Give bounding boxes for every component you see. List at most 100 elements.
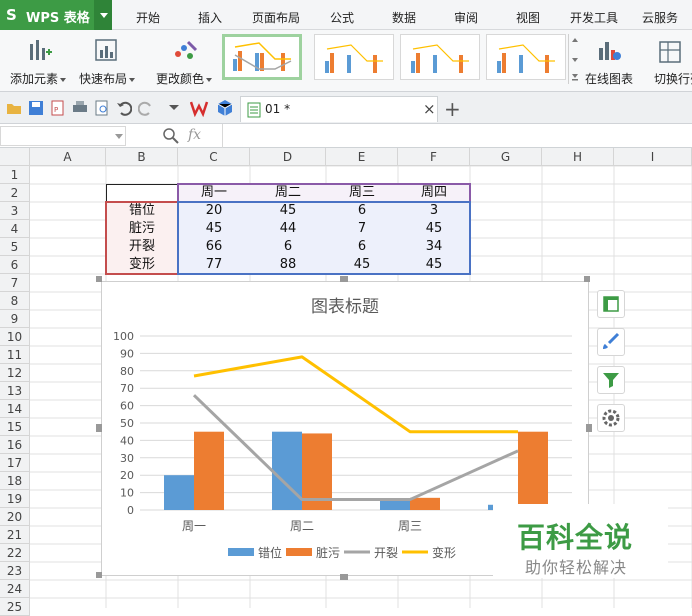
- tab-review[interactable]: 审阅: [454, 9, 478, 26]
- row-header-18[interactable]: 18: [0, 472, 30, 490]
- row-header-13[interactable]: 13: [0, 382, 30, 400]
- chart-filter-button[interactable]: [597, 366, 625, 394]
- document-tab[interactable]: 01 * ×: [240, 96, 438, 122]
- name-box[interactable]: [0, 126, 126, 146]
- undo-icon[interactable]: [116, 100, 132, 116]
- row-header-12[interactable]: 12: [0, 364, 30, 382]
- insert-function-icon[interactable]: fx: [188, 127, 201, 143]
- resize-handle[interactable]: [586, 424, 592, 432]
- save-icon[interactable]: [28, 100, 44, 116]
- row-header-22[interactable]: 22: [0, 544, 30, 562]
- tab-formula[interactable]: 公式: [330, 9, 354, 26]
- y-tick-label: 40: [120, 434, 134, 447]
- tab-home[interactable]: 开始: [136, 9, 160, 26]
- legend-entry[interactable]: 变形: [432, 545, 456, 560]
- row-header-4[interactable]: 4: [0, 220, 30, 238]
- new-tab-icon[interactable]: +: [444, 97, 461, 121]
- chart-settings-button[interactable]: [597, 404, 625, 432]
- bar-错位[interactable]: [380, 499, 410, 510]
- chart-elements-button[interactable]: [597, 290, 625, 318]
- legend-entry[interactable]: 错位: [258, 545, 282, 560]
- row-header-19[interactable]: 19: [0, 490, 30, 508]
- legend-entry[interactable]: 开裂: [374, 546, 398, 560]
- row-header-5[interactable]: 5: [0, 238, 30, 256]
- row-header-2[interactable]: 2: [0, 184, 30, 202]
- resize-handle[interactable]: [96, 572, 102, 578]
- style-gallery-scroll[interactable]: [568, 34, 580, 84]
- bar-错位[interactable]: [164, 475, 194, 510]
- change-color-button[interactable]: 更改颜色: [152, 34, 216, 88]
- formula-input[interactable]: [222, 124, 692, 148]
- zoom-function-icon[interactable]: [162, 127, 180, 145]
- column-header-H[interactable]: H: [542, 148, 614, 166]
- line-series-变形[interactable]: [193, 355, 518, 434]
- resize-handle[interactable]: [340, 276, 348, 282]
- chart-title[interactable]: 图表标题: [311, 297, 379, 317]
- legend-entry[interactable]: 脏污: [316, 545, 340, 560]
- series-header-range: [177, 183, 471, 203]
- chart-style-thumb-4[interactable]: [486, 34, 566, 80]
- row-header-15[interactable]: 15: [0, 418, 30, 436]
- resize-handle[interactable]: [96, 424, 102, 432]
- row-header-6[interactable]: 6: [0, 256, 30, 274]
- column-header-I[interactable]: I: [614, 148, 692, 166]
- row-header-11[interactable]: 11: [0, 346, 30, 364]
- row-header-7[interactable]: 7: [0, 274, 30, 292]
- column-header-E[interactable]: E: [326, 148, 398, 166]
- resize-handle[interactable]: [584, 276, 590, 282]
- column-header-G[interactable]: G: [470, 148, 542, 166]
- column-header-D[interactable]: D: [250, 148, 326, 166]
- app-menu-button[interactable]: S WPS 表格: [0, 0, 112, 30]
- quick-access-dropdown-icon[interactable]: [168, 104, 180, 112]
- column-header-F[interactable]: F: [398, 148, 470, 166]
- select-all-corner[interactable]: [0, 148, 30, 166]
- online-chart-button[interactable]: 在线图表: [582, 34, 636, 88]
- row-header-9[interactable]: 9: [0, 310, 30, 328]
- tab-view[interactable]: 视图: [516, 9, 540, 26]
- row-header-20[interactable]: 20: [0, 508, 30, 526]
- resize-handle[interactable]: [340, 574, 348, 580]
- chart-style-button[interactable]: [597, 328, 625, 356]
- row-header-14[interactable]: 14: [0, 400, 30, 418]
- tab-insert[interactable]: 插入: [198, 9, 222, 26]
- print-icon[interactable]: [72, 100, 88, 116]
- chart-style-thumb-2[interactable]: [314, 34, 394, 80]
- chart-style-thumb-3[interactable]: [400, 34, 480, 80]
- add-element-button[interactable]: 添加元素: [6, 34, 70, 88]
- bar-错位[interactable]: [272, 431, 302, 510]
- line-series-开裂[interactable]: [192, 394, 519, 502]
- row-header-21[interactable]: 21: [0, 526, 30, 544]
- row-header-1[interactable]: 1: [0, 166, 30, 184]
- row-header-25[interactable]: 25: [0, 598, 30, 616]
- column-header-C[interactable]: C: [178, 148, 250, 166]
- bar-脏污[interactable]: [410, 497, 440, 510]
- row-header-24[interactable]: 24: [0, 580, 30, 598]
- row-header-3[interactable]: 3: [0, 202, 30, 220]
- column-header-A[interactable]: A: [30, 148, 106, 166]
- tab-cloud-service[interactable]: 云服务: [642, 9, 678, 26]
- resize-handle[interactable]: [96, 276, 102, 282]
- switch-row-column-button[interactable]: 切换行列: [648, 34, 692, 88]
- app-menu-dropdown[interactable]: [94, 0, 112, 30]
- chart-style-thumb-1[interactable]: [222, 34, 302, 80]
- wps-w-logo-icon[interactable]: [190, 99, 210, 117]
- tab-developer[interactable]: 开发工具: [570, 9, 618, 26]
- export-pdf-icon[interactable]: P: [50, 100, 66, 116]
- tab-page-layout[interactable]: 页面布局: [252, 9, 300, 26]
- bar-脏污[interactable]: [194, 431, 224, 510]
- redo-icon[interactable]: [138, 100, 154, 116]
- open-folder-icon[interactable]: [6, 100, 22, 116]
- row-header-10[interactable]: 10: [0, 328, 30, 346]
- cloud-cube-icon[interactable]: [216, 99, 234, 117]
- column-header-B[interactable]: B: [106, 148, 178, 166]
- quick-layout-button[interactable]: 快速布局: [74, 34, 140, 88]
- row-header-23[interactable]: 23: [0, 562, 30, 580]
- row-header-17[interactable]: 17: [0, 454, 30, 472]
- print-preview-icon[interactable]: [94, 100, 110, 116]
- bar-脏污[interactable]: [518, 431, 548, 510]
- row-header-16[interactable]: 16: [0, 436, 30, 454]
- table-corner-cell[interactable]: [106, 184, 178, 202]
- row-header-8[interactable]: 8: [0, 292, 30, 310]
- tab-data[interactable]: 数据: [392, 9, 416, 26]
- close-tab-icon[interactable]: ×: [423, 100, 436, 118]
